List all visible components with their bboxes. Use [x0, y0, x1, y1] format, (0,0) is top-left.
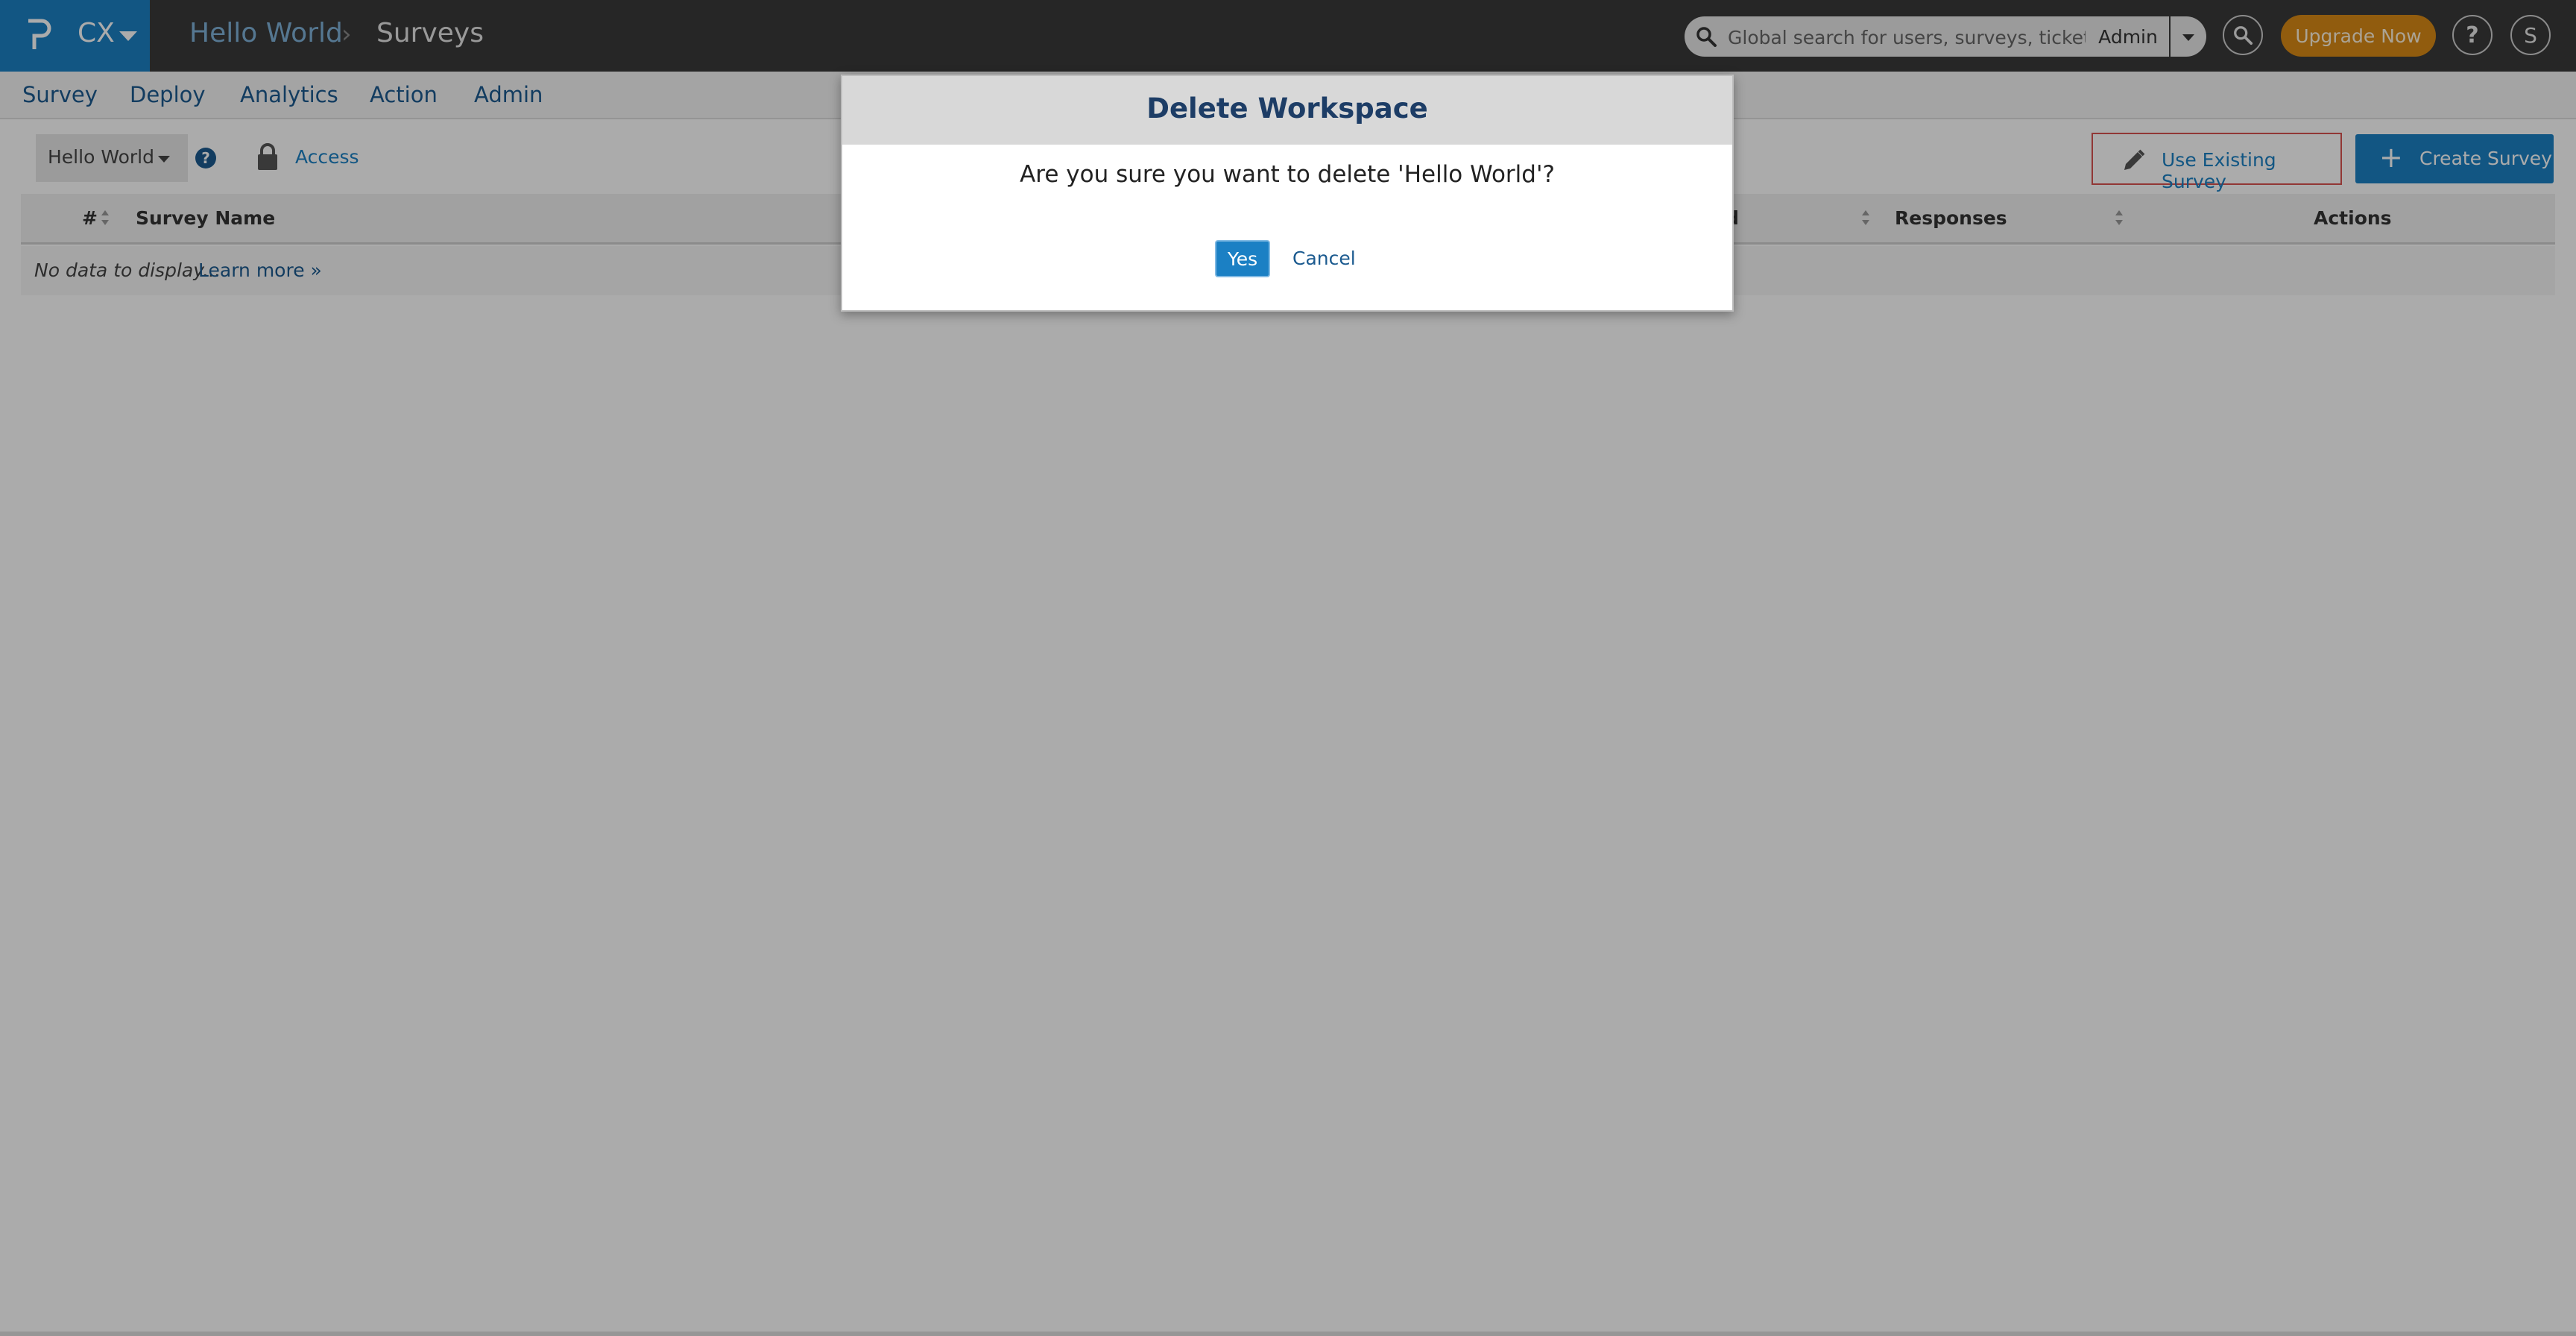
cancel-button[interactable]: Cancel [1292, 248, 1356, 269]
yes-button[interactable]: Yes [1215, 240, 1270, 277]
dialog-title: Delete Workspace [1146, 92, 1428, 125]
dialog-message: Are you sure you want to delete 'Hello W… [1020, 161, 1555, 188]
dialog-header: Delete Workspace [842, 76, 1732, 145]
delete-workspace-dialog: Delete Workspace Are you sure you want t… [841, 75, 1734, 312]
